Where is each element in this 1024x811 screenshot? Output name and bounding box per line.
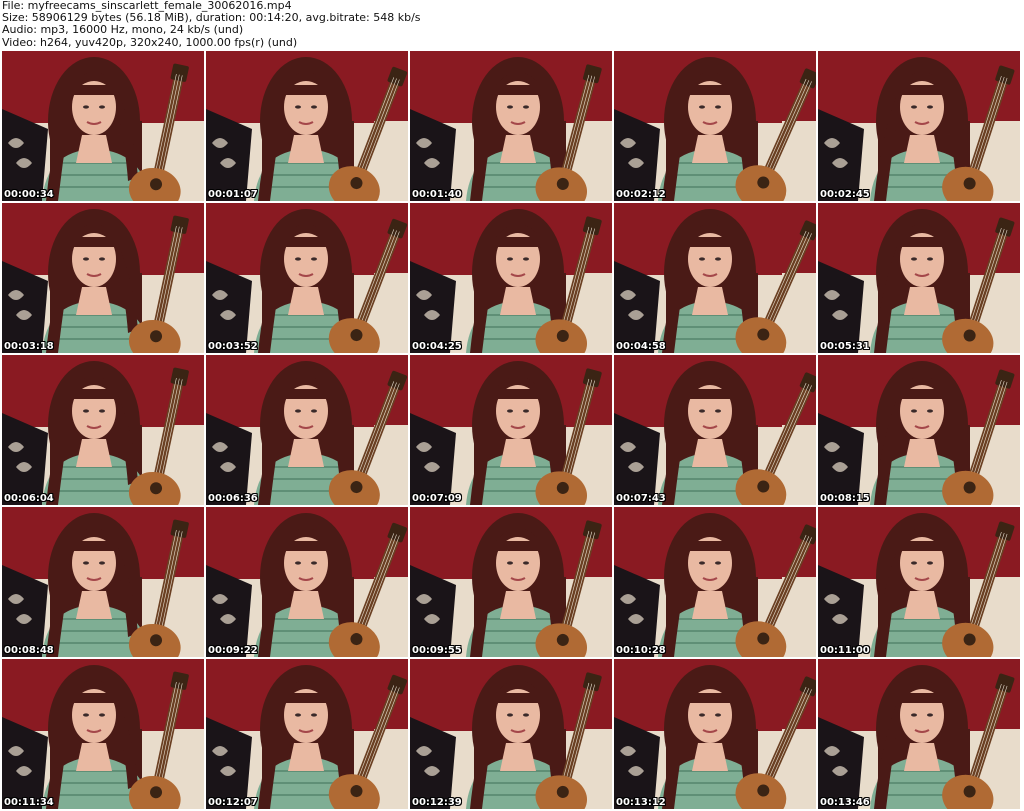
video-thumbnail: 00:10:28 [614,507,816,657]
video-thumbnail: 00:00:34 [2,51,204,201]
thumbnail-timestamp: 00:05:31 [820,341,870,352]
thumbnail-timestamp: 00:12:07 [208,797,258,808]
video-thumbnail: 00:02:45 [818,51,1020,201]
thumbnail-picture [206,203,408,353]
thumbnail-picture [818,355,1020,505]
video-thumbnail: 00:12:39 [410,659,612,809]
video-thumbnail: 00:11:00 [818,507,1020,657]
video-thumbnail: 00:08:15 [818,355,1020,505]
thumbnail-picture [206,659,408,809]
video-thumbnail: 00:07:43 [614,355,816,505]
thumbnail-picture [614,659,816,809]
thumbnail-picture [818,203,1020,353]
thumbnail-timestamp: 00:06:04 [4,493,54,504]
video-thumbnail: 00:13:46 [818,659,1020,809]
thumbnail-timestamp: 00:00:34 [4,189,54,200]
thumbnail-timestamp: 00:07:09 [412,493,462,504]
thumbnail-timestamp: 00:11:00 [820,645,870,656]
thumbnail-timestamp: 00:08:48 [4,645,54,656]
video-info-line: Video: h264, yuv420p, 320x240, 1000.00 f… [2,35,298,49]
thumbnail-picture [2,507,204,657]
thumbnail-timestamp: 00:01:07 [208,189,258,200]
video-thumbnail: 00:02:12 [614,51,816,201]
thumbnail-picture [2,659,204,809]
video-thumbnail: 00:09:55 [410,507,612,657]
video-thumbnail: 00:03:18 [2,203,204,353]
thumbnail-picture [410,203,612,353]
video-thumbnail: 00:12:07 [206,659,408,809]
file-info-header: File: myfreecams_sinscarlett_female_3006… [2,0,1020,50]
video-thumbnail: 00:01:07 [206,51,408,201]
thumbnail-picture [410,507,612,657]
video-thumbnail: 00:07:09 [410,355,612,505]
video-thumbnail: 00:11:34 [2,659,204,809]
thumbnail-picture [206,51,408,201]
thumbnail-picture [614,51,816,201]
video-thumbnail: 00:13:12 [614,659,816,809]
thumbnail-picture [818,51,1020,201]
thumbnail-picture [614,507,816,657]
thumbnail-timestamp: 00:03:52 [208,341,258,352]
thumbnail-timestamp: 00:11:34 [4,797,54,808]
thumbnail-timestamp: 00:01:40 [412,189,462,200]
video-thumbnail: 00:03:52 [206,203,408,353]
video-thumbnail: 00:06:36 [206,355,408,505]
thumbnail-timestamp: 00:13:12 [616,797,666,808]
thumbnail-picture [410,355,612,505]
thumbnail-picture [206,507,408,657]
video-thumbnail: 00:08:48 [2,507,204,657]
thumbnail-timestamp: 00:06:36 [208,493,258,504]
video-thumbnail: 00:04:25 [410,203,612,353]
thumbnail-picture [614,203,816,353]
video-thumbnail: 00:01:40 [410,51,612,201]
thumbnail-picture [410,51,612,201]
thumbnail-timestamp: 00:03:18 [4,341,54,352]
thumbnail-picture [2,355,204,505]
audio-info-line: Audio: mp3, 16000 Hz, mono, 24 kb/s (und… [2,23,244,37]
thumbnail-picture [818,507,1020,657]
thumbnail-timestamp: 00:07:43 [616,493,666,504]
thumbnail-timestamp: 00:12:39 [412,797,462,808]
thumbnail-timestamp: 00:04:25 [412,341,462,352]
thumbnail-timestamp: 00:02:45 [820,189,870,200]
thumbnail-picture [410,659,612,809]
thumbnail-picture [2,203,204,353]
video-thumbnail: 00:04:58 [614,203,816,353]
thumbnail-picture [206,355,408,505]
video-thumbnail: 00:05:31 [818,203,1020,353]
thumbnail-timestamp: 00:09:22 [208,645,258,656]
thumbnail-timestamp: 00:10:28 [616,645,666,656]
thumbnail-grid: 00:00:34 00:01:07 00:01:40 00:02:12 00:02:45… [2,51,1022,811]
thumbnail-timestamp: 00:09:55 [412,645,462,656]
thumbnail-picture [2,51,204,201]
thumbnail-picture [818,659,1020,809]
thumbnail-timestamp: 00:13:46 [820,797,870,808]
thumbnail-timestamp: 00:04:58 [616,341,666,352]
thumbnail-timestamp: 00:08:15 [820,493,870,504]
thumbnail-picture [614,355,816,505]
video-thumbnail: 00:06:04 [2,355,204,505]
video-thumbnail: 00:09:22 [206,507,408,657]
thumbnail-timestamp: 00:02:12 [616,189,666,200]
